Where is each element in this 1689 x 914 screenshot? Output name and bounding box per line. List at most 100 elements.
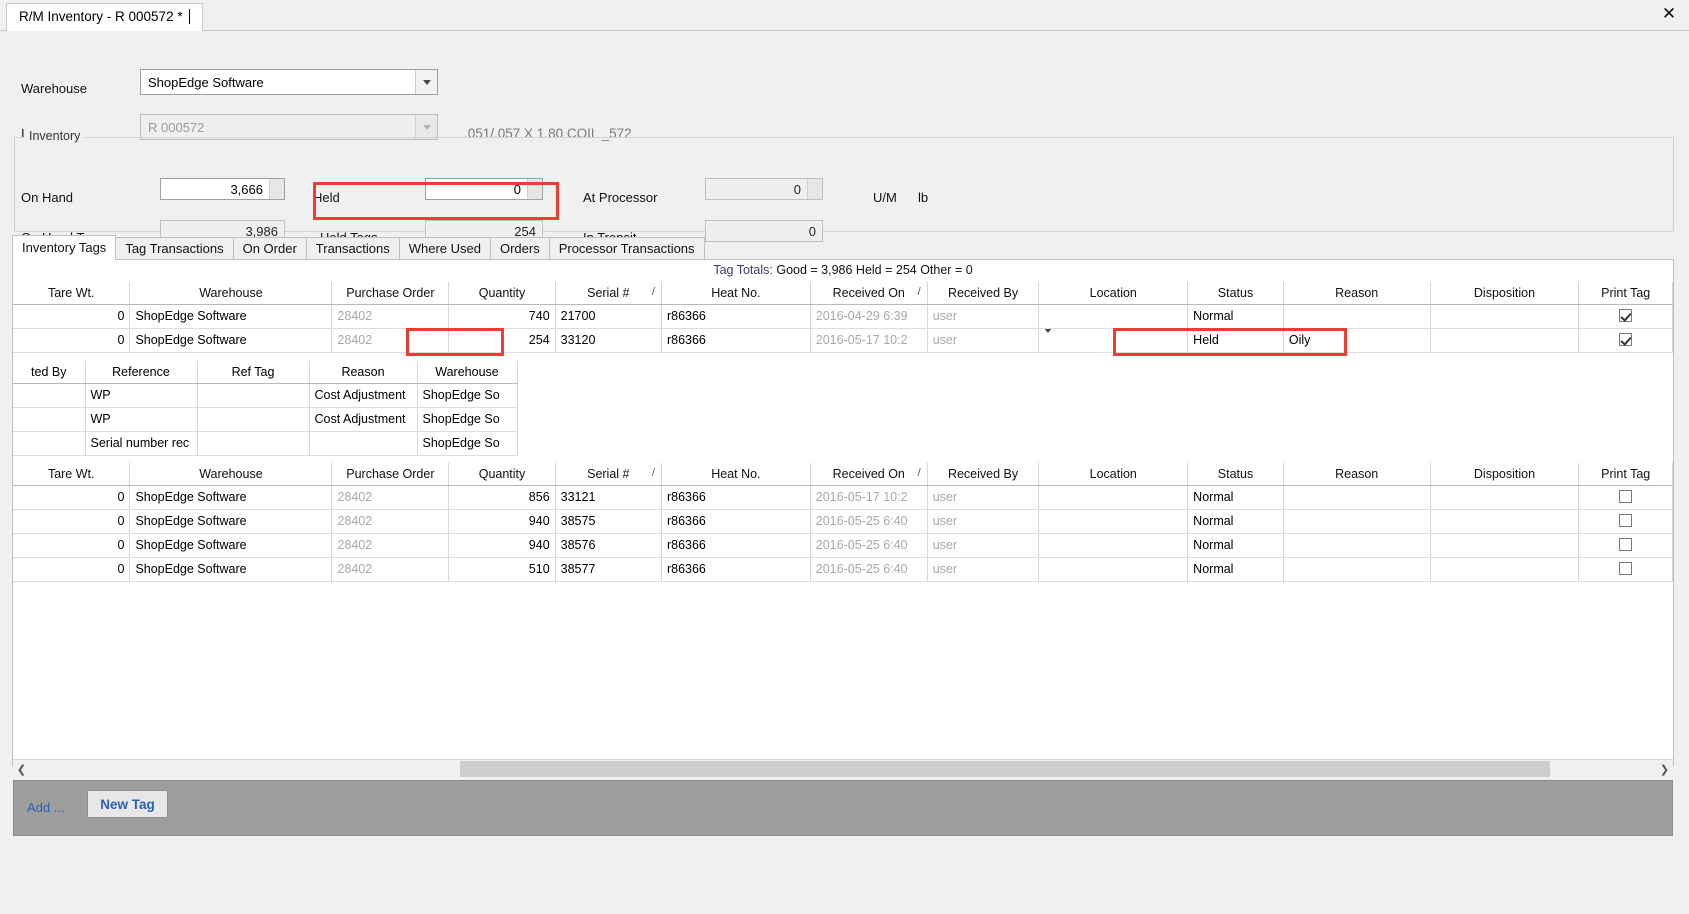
detail-column-header-ref-tag[interactable]: Ref Tag (197, 361, 310, 384)
column-header-disposition[interactable]: Disposition (1430, 282, 1580, 305)
detail-cell-warehouse[interactable]: ShopEdge So (417, 383, 518, 408)
column-header-received-by[interactable]: Received By (927, 463, 1040, 486)
detail-column-header-ted-by[interactable]: ted By (13, 361, 86, 384)
cell-location[interactable] (1038, 328, 1189, 353)
detail-column-header-reason[interactable]: Reason (309, 361, 418, 384)
cell-heat-no[interactable]: r86366 (661, 533, 811, 558)
detail-cell-ted-by[interactable] (13, 383, 86, 408)
detail-cell-reference[interactable]: WP (85, 407, 198, 432)
checkbox-checked-icon[interactable] (1619, 309, 1633, 322)
scrollbar-thumb[interactable] (460, 761, 1550, 777)
column-header-tare-wt-[interactable]: Tare Wt. (13, 463, 131, 486)
cell-tare-wt[interactable]: 0 (13, 557, 131, 582)
cell-status[interactable]: Held (1187, 328, 1284, 353)
detail-row[interactable]: Serial number rec ShopEdge So (13, 431, 518, 456)
cell-heat-no[interactable]: r86366 (661, 557, 811, 582)
cell-tare-wt[interactable]: 0 (13, 328, 131, 353)
cell-serial[interactable]: 38575 (555, 509, 662, 534)
table-row[interactable]: 0 ShopEdge Software 28402 740 21700 r86366 201… (13, 304, 1673, 329)
table-row[interactable]: 0 ShopEdge Software 28402 940 38576 r86366 201… (13, 533, 1673, 558)
detail-cell-ref-tag[interactable] (197, 407, 310, 432)
cell-location[interactable] (1038, 304, 1189, 329)
cell-disposition[interactable] (1430, 557, 1580, 582)
cell-serial[interactable]: 38577 (555, 557, 662, 582)
cell-location[interactable] (1038, 533, 1189, 558)
cell-status[interactable]: Normal (1187, 485, 1284, 510)
column-header-received-on[interactable]: Received On / (810, 463, 928, 486)
cell-received-by[interactable]: user (927, 485, 1040, 510)
print-tag-checkbox[interactable] (1578, 304, 1673, 329)
column-header-serial-[interactable]: Serial # / (555, 282, 662, 305)
cell-location[interactable] (1038, 557, 1189, 582)
cell-heat-no[interactable]: r86366 (661, 509, 811, 534)
column-header-warehouse[interactable]: Warehouse (129, 282, 333, 305)
cell-heat-no[interactable]: r86366 (661, 328, 811, 353)
column-header-purchase-order[interactable]: Purchase Order (331, 463, 450, 486)
cell-status[interactable]: Normal (1187, 509, 1284, 534)
column-header-serial-[interactable]: Serial # / (555, 463, 662, 486)
column-header-reason[interactable]: Reason (1283, 463, 1431, 486)
table-row[interactable]: 0 ShopEdge Software 28402 254 33120 r86366 201… (13, 328, 1673, 353)
column-header-purchase-order[interactable]: Purchase Order (331, 282, 450, 305)
print-tag-checkbox[interactable] (1578, 533, 1673, 558)
chevron-left-icon[interactable]: ❮ (13, 760, 30, 778)
on-hand-field[interactable]: 3,666 (160, 178, 285, 200)
cell-tare-wt[interactable]: 0 (13, 485, 131, 510)
column-header-received-by[interactable]: Received By (927, 282, 1040, 305)
cell-warehouse[interactable]: ShopEdge Software (129, 509, 333, 534)
cell-received-on[interactable]: 2016-05-25 6:40 (810, 533, 928, 558)
cell-purchase-order[interactable]: 28402 (331, 533, 450, 558)
column-header-warehouse[interactable]: Warehouse (129, 463, 333, 486)
cell-serial[interactable]: 38576 (555, 533, 662, 558)
chevron-down-icon[interactable] (1044, 328, 1053, 347)
print-tag-checkbox[interactable] (1578, 509, 1673, 534)
cell-quantity[interactable]: 940 (448, 509, 556, 534)
cell-quantity[interactable]: 856 (448, 485, 556, 510)
detail-cell-warehouse[interactable]: ShopEdge So (417, 431, 518, 456)
tab-transactions[interactable]: Transactions (305, 237, 400, 260)
cell-received-by[interactable]: user (927, 509, 1040, 534)
tab-inventory-tags[interactable]: Inventory Tags (12, 235, 117, 260)
horizontal-scrollbar[interactable]: ❮ ❯ (13, 759, 1673, 777)
new-tag-button[interactable]: New Tag (87, 790, 168, 818)
detail-cell-reason[interactable]: Cost Adjustment (309, 407, 418, 432)
cell-status[interactable]: Normal (1187, 533, 1284, 558)
table-row[interactable]: 0 ShopEdge Software 28402 940 38575 r86366 201… (13, 509, 1673, 534)
column-header-quantity[interactable]: Quantity (448, 282, 556, 305)
cell-tare-wt[interactable]: 0 (13, 304, 131, 329)
cell-location[interactable] (1038, 509, 1189, 534)
cell-received-on[interactable]: 2016-05-17 10:2 (810, 328, 928, 353)
cell-quantity[interactable]: 254 (448, 328, 556, 353)
column-header-location[interactable]: Location (1038, 282, 1189, 305)
cell-purchase-order[interactable]: 28402 (331, 557, 450, 582)
column-header-print-tag[interactable]: Print Tag (1578, 282, 1673, 305)
chevron-right-icon[interactable]: ❯ (1656, 760, 1673, 778)
cell-reason[interactable] (1283, 533, 1431, 558)
tab-on-order[interactable]: On Order (232, 237, 307, 260)
cell-reason[interactable] (1283, 485, 1431, 510)
tab-processor-transactions[interactable]: Processor Transactions (548, 237, 705, 260)
detail-cell-ted-by[interactable] (13, 407, 86, 432)
cell-received-by[interactable]: user (927, 557, 1040, 582)
cell-reason[interactable] (1283, 304, 1431, 329)
cell-received-on[interactable]: 2016-05-25 6:40 (810, 557, 928, 582)
cell-warehouse[interactable]: ShopEdge Software (129, 485, 333, 510)
print-tag-checkbox[interactable] (1578, 557, 1673, 582)
checkbox-unchecked-icon[interactable] (1619, 490, 1633, 503)
close-icon[interactable]: ✕ (1657, 2, 1681, 26)
cell-serial[interactable]: 33120 (555, 328, 662, 353)
column-header-disposition[interactable]: Disposition (1430, 463, 1580, 486)
cell-purchase-order[interactable]: 28402 (331, 328, 450, 353)
tab-orders[interactable]: Orders (489, 237, 550, 260)
table-row[interactable]: 0 ShopEdge Software 28402 856 33121 r86366 201… (13, 485, 1673, 510)
column-header-print-tag[interactable]: Print Tag (1578, 463, 1673, 486)
detail-cell-reason[interactable]: Cost Adjustment (309, 383, 418, 408)
cell-purchase-order[interactable]: 28402 (331, 485, 450, 510)
add-link[interactable]: Add ... (27, 800, 65, 815)
cell-purchase-order[interactable]: 28402 (331, 304, 450, 329)
column-header-quantity[interactable]: Quantity (448, 463, 556, 486)
cell-tare-wt[interactable]: 0 (13, 533, 131, 558)
detail-cell-reference[interactable]: WP (85, 383, 198, 408)
detail-cell-ref-tag[interactable] (197, 431, 310, 456)
cell-serial[interactable]: 33121 (555, 485, 662, 510)
